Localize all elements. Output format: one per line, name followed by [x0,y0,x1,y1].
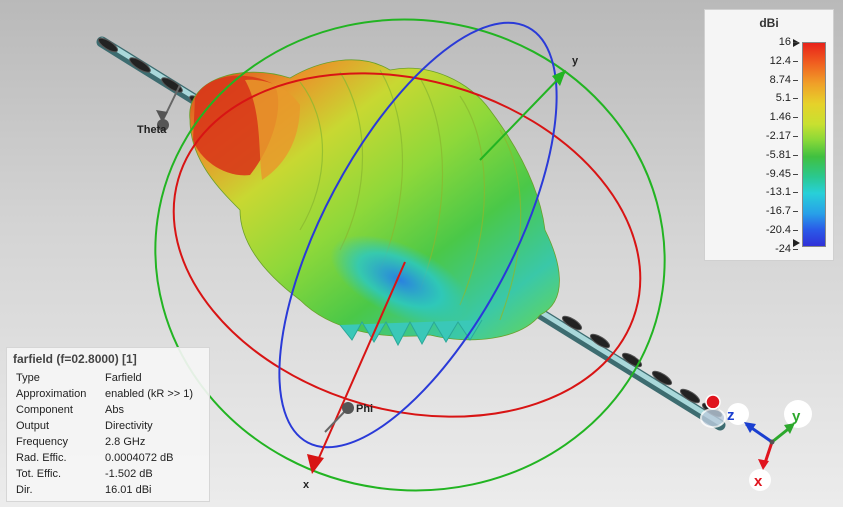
info-row-value: enabled (kR >> 1) [105,388,194,400]
legend-tick: 1.46 [711,111,798,123]
legend-tick: -2.17 [711,130,798,142]
feed-port [700,394,726,428]
x-axis-label: x [303,479,310,491]
triad-z-label: z [727,407,735,424]
legend-tick: -13.1 [711,186,798,198]
legend-tick: 12.4 [711,55,798,67]
legend-tick: -5.81 [711,149,798,161]
info-row-value: 16.01 dBi [105,484,152,496]
info-row-key: Dir. [16,484,33,496]
phi-label: Phi [356,403,373,415]
legend-tick: 5.1 [711,92,798,104]
info-row-key: Frequency [16,436,68,448]
legend-unit: dBi [759,16,779,30]
legend-tick: 8.74 [711,74,798,86]
legend-max-marker[interactable] [793,39,800,47]
info-row: Dir. 16.01 dBi [16,484,211,499]
info-row-key: Rad. Effic. [16,452,67,464]
info-row-key: Type [16,372,40,384]
color-scale-bar [802,42,826,247]
info-row: Component Abs [16,404,211,419]
info-row-key: Output [16,420,50,432]
info-row: Output Directivity [16,420,211,435]
legend-tick: -9.45 [711,168,798,180]
info-row-key: Tot. Effic. [16,468,62,480]
legend-min-marker[interactable] [793,239,800,247]
info-row-key: Component [16,404,73,416]
farfield-pattern [189,59,560,347]
info-row: Frequency 2.8 GHz [16,436,211,451]
legend-tick: 16 [711,36,798,48]
info-title: farfield (f=02.8000) [1] [13,352,137,366]
theta-label: Theta [137,124,167,136]
info-row-value: 2.8 GHz [105,436,146,448]
orientation-triad[interactable]: z y x [727,400,812,491]
y-axis-label: y [572,55,579,67]
triad-x-label: x [754,473,763,490]
info-row: Rad. Effic. 0.0004072 dB [16,452,211,467]
info-row-value: Directivity [105,420,153,432]
info-row-value: Farfield [105,372,142,384]
info-row: Tot. Effic. -1.502 dB [16,468,211,483]
info-row: Type Farfield [16,372,211,387]
info-row-key: Approximation [16,388,87,400]
legend-tick: -20.4 [711,224,798,236]
color-scale-legend: dBi 16 12.4 8.74 5.1 1.46 -2.17 -5.81 -9.45 -13.… [704,9,834,261]
info-row: Approximation enabled (kR >> 1) [16,388,211,403]
triad-y-label: y [792,408,801,425]
info-row-value: 0.0004072 dB [105,452,174,464]
info-row-value: -1.502 dB [105,468,153,480]
info-row-value: Abs [105,404,124,416]
legend-tick: -24 [711,243,798,255]
legend-tick: -16.7 [711,205,798,217]
farfield-info-panel: farfield (f=02.8000) [1] Type Farfield App… [6,347,210,502]
